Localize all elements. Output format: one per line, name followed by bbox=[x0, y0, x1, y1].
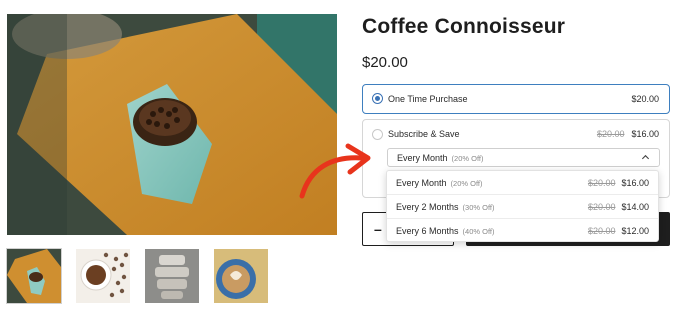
frequency-option-discount: (20% Off) bbox=[450, 179, 483, 188]
frequency-select-label: Every Month bbox=[397, 153, 448, 163]
thumbnail-coffee-cup-beans[interactable] bbox=[76, 249, 130, 303]
subscribe-radio[interactable] bbox=[372, 129, 383, 140]
chevron-up-icon[interactable] bbox=[641, 153, 650, 162]
subscribe-price: $16.00 bbox=[631, 129, 659, 139]
frequency-option-original-price: $20.00 bbox=[587, 202, 616, 212]
product-title: Coffee Connoisseur bbox=[362, 15, 566, 38]
frequency-select-value: Every Month (20% Off) bbox=[397, 153, 484, 163]
frequency-option-price: $12.00 bbox=[621, 226, 649, 236]
quantity-decrement-button[interactable]: – bbox=[374, 221, 382, 237]
frequency-option-label: Every 6 Months bbox=[396, 226, 459, 236]
one-time-purchase-option[interactable]: One Time Purchase $20.00 bbox=[362, 84, 670, 114]
frequency-select-discount: (20% Off) bbox=[451, 154, 484, 163]
thumbnail-strip bbox=[6, 248, 268, 304]
annotation-arrow-icon bbox=[299, 143, 371, 199]
thumbnail-latte-art[interactable] bbox=[214, 249, 268, 303]
thumbnail-stacked-cups[interactable] bbox=[145, 249, 199, 303]
frequency-option-original-price: $20.00 bbox=[587, 178, 616, 188]
product-price: $20.00 bbox=[362, 54, 408, 71]
frequency-option-label: Every Month bbox=[396, 178, 447, 188]
frequency-option-discount: (30% Off) bbox=[462, 203, 495, 212]
frequency-select[interactable]: Every Month (20% Off) bbox=[387, 148, 660, 167]
frequency-option-discount: (40% Off) bbox=[462, 227, 495, 236]
frequency-option-original-price: $20.00 bbox=[587, 226, 616, 236]
product-main-image[interactable] bbox=[7, 14, 337, 235]
thumbnail-coffee-bag[interactable] bbox=[6, 248, 62, 304]
frequency-dropdown-list: Every Month (20% Off) $20.00 $16.00 Every … bbox=[386, 170, 659, 242]
frequency-option-every-6-months[interactable]: Every 6 Months (40% Off) $20.00 $12.00 bbox=[387, 219, 658, 243]
frequency-option-every-2-months[interactable]: Every 2 Months (30% Off) $20.00 $14.00 bbox=[387, 195, 658, 219]
subscribe-price-block: $20.00 $16.00 bbox=[597, 129, 659, 139]
one-time-price: $20.00 bbox=[631, 94, 659, 104]
one-time-label: One Time Purchase bbox=[388, 94, 468, 104]
frequency-option-label: Every 2 Months bbox=[396, 202, 459, 212]
subscribe-original-price: $20.00 bbox=[596, 129, 625, 139]
frequency-option-price: $14.00 bbox=[621, 202, 649, 212]
frequency-option-every-month[interactable]: Every Month (20% Off) $20.00 $16.00 bbox=[387, 171, 658, 195]
one-time-radio[interactable] bbox=[372, 93, 383, 104]
subscribe-label: Subscribe & Save bbox=[388, 129, 460, 139]
frequency-option-price: $16.00 bbox=[621, 178, 649, 188]
